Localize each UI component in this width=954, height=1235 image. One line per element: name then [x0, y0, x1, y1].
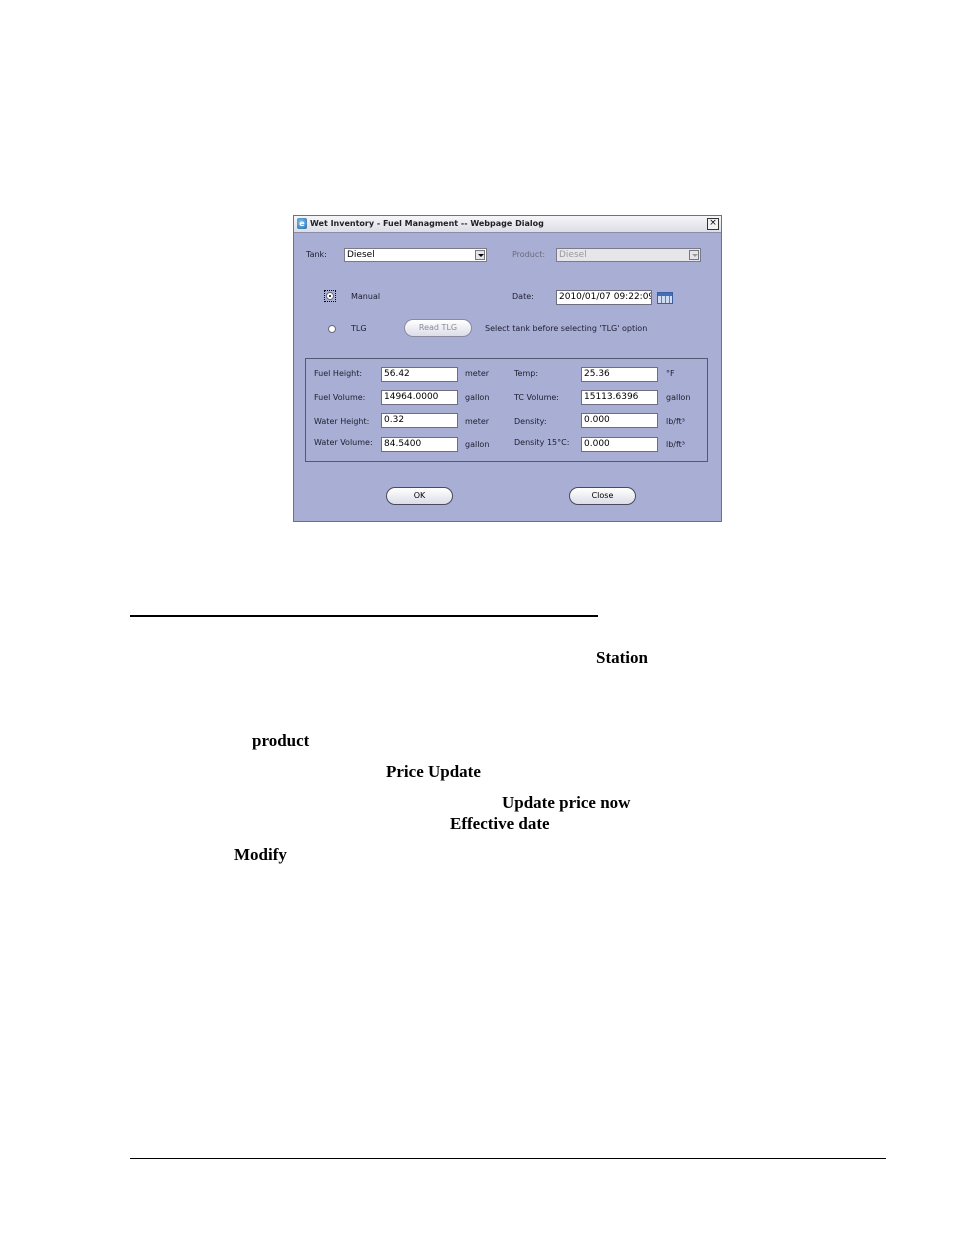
fuel-volume-label: Fuel Volume: — [314, 393, 366, 402]
product-label: Product: — [512, 250, 546, 259]
manual-radio[interactable] — [326, 292, 334, 300]
effective-date-text: Effective date — [450, 814, 550, 833]
modify-text: Modify — [234, 845, 287, 864]
water-height-label: Water Height: — [314, 417, 370, 426]
tc-volume-input[interactable]: 15113.6396 — [581, 390, 658, 405]
chevron-down-icon[interactable] — [475, 250, 485, 260]
tank-select[interactable]: Diesel — [344, 248, 487, 262]
update-price-now-text: Update price now — [502, 793, 631, 812]
close-icon[interactable]: × — [707, 218, 719, 230]
tc-volume-unit: gallon — [666, 393, 691, 402]
density-unit: lb/ft³ — [666, 417, 686, 426]
manual-label: Manual — [351, 292, 381, 301]
fuel-management-dialog: e Wet Inventory - Fuel Managment -- Webp… — [293, 215, 722, 522]
read-tlg-button: Read TLG — [404, 319, 472, 337]
ie-icon: e — [297, 218, 307, 229]
fuel-volume-input[interactable]: 14964.0000 — [381, 390, 458, 405]
fuel-height-unit: meter — [465, 369, 490, 378]
product-select-value: Diesel — [559, 250, 587, 260]
date-label: Date: — [512, 292, 534, 301]
footer-rule — [130, 1158, 886, 1159]
temp-input[interactable]: 25.36 — [581, 367, 658, 382]
station-text: Station — [596, 648, 648, 667]
product-text: product — [252, 731, 310, 750]
fuel-height-label: Fuel Height: — [314, 369, 363, 378]
temp-unit: °F — [666, 369, 675, 378]
tc-volume-label: TC Volume: — [514, 393, 559, 402]
water-volume-input[interactable]: 84.5400 — [381, 437, 458, 452]
chevron-down-icon — [689, 250, 699, 260]
water-height-input[interactable]: 0.32 — [381, 413, 458, 428]
tlg-hint-text: Select tank before selecting 'TLG' optio… — [485, 324, 648, 333]
density15-label: Density 15°C: — [514, 438, 570, 447]
close-button[interactable]: Close — [569, 487, 636, 505]
section-rule — [130, 615, 598, 617]
tank-select-value: Diesel — [347, 250, 375, 260]
dialog-title: Wet Inventory - Fuel Managment -- Webpag… — [310, 219, 544, 228]
water-volume-unit: gallon — [465, 440, 490, 449]
tlg-radio[interactable] — [328, 325, 336, 333]
fuel-height-input[interactable]: 56.42 — [381, 367, 458, 382]
tlg-label: TLG — [351, 324, 367, 333]
calendar-icon[interactable] — [657, 292, 673, 304]
price-update-text: Price Update — [386, 762, 481, 781]
density15-unit: lb/ft³ — [666, 440, 686, 449]
dialog-titlebar: e Wet Inventory - Fuel Managment -- Webp… — [294, 216, 721, 233]
density15-input[interactable]: 0.000 — [581, 437, 658, 452]
water-height-unit: meter — [465, 417, 490, 426]
tank-label: Tank: — [306, 250, 327, 259]
fuel-volume-unit: gallon — [465, 393, 490, 402]
date-input[interactable]: 2010/01/07 09:22:09 — [556, 290, 652, 305]
density-label: Density: — [514, 417, 547, 426]
water-volume-label: Water Volume: — [314, 438, 373, 447]
density-input[interactable]: 0.000 — [581, 413, 658, 428]
product-select: Diesel — [556, 248, 701, 262]
ok-button[interactable]: OK — [386, 487, 453, 505]
temp-label: Temp: — [514, 369, 539, 378]
